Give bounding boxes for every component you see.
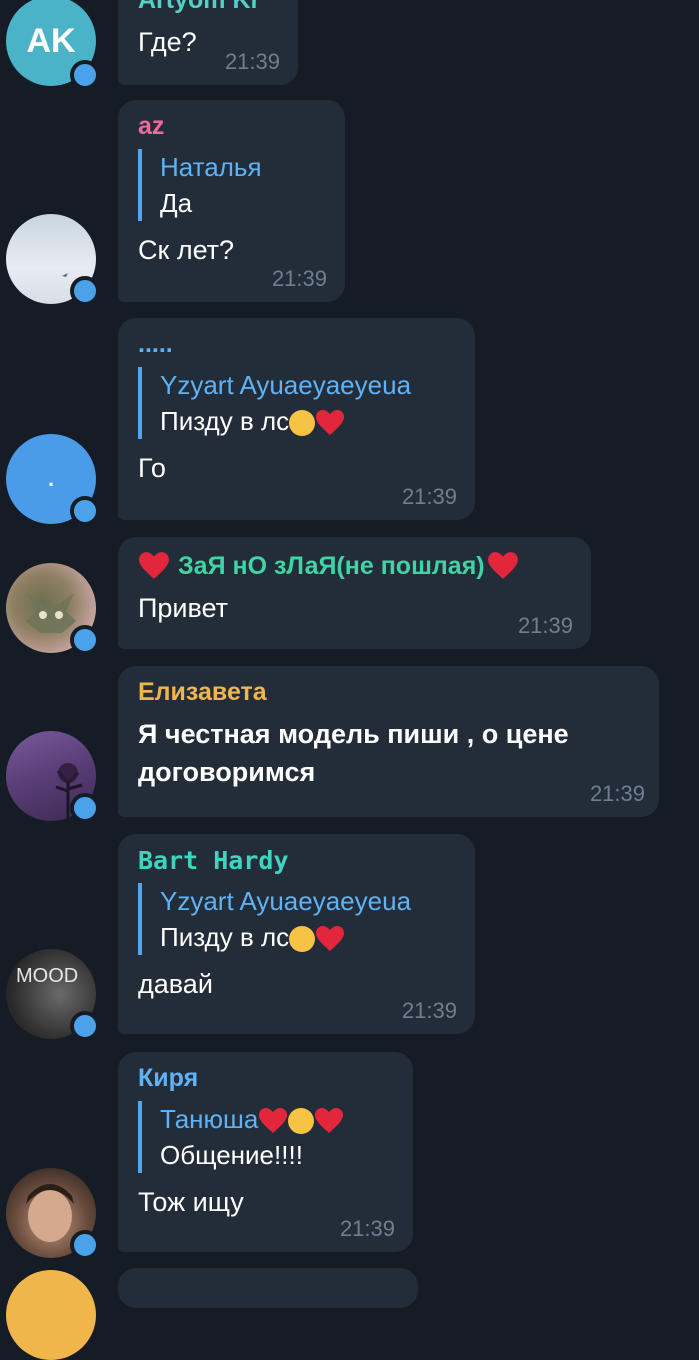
online-indicator [70, 60, 100, 90]
message-bubble[interactable]: Елизавета Я честная модель пиши , о цене… [118, 666, 659, 817]
sender-name[interactable]: Киря [138, 1064, 393, 1093]
heart-icon [316, 926, 345, 952]
chat-messages: AK Artyom Kr Где? 21:39 az Наталья Да Ск… [0, 0, 699, 1360]
message-text: Привет [138, 593, 229, 623]
reply-quote[interactable]: Yzyart Ayuaeyaeyeua Пизду в лс [138, 883, 455, 955]
message-text: Ск лет? [138, 235, 235, 265]
reply-text: Пизду в лс [160, 919, 455, 955]
message-time: 21:39 [517, 613, 573, 638]
sender-name[interactable]: ..... [138, 330, 455, 359]
reply-text-content: Пизду в лс [160, 922, 290, 952]
avatar-text: MOOD [16, 965, 79, 987]
online-indicator [70, 1230, 100, 1260]
reply-text: Пизду в лс [160, 403, 455, 439]
sender-name[interactable]: Bart Hardy [138, 846, 455, 875]
reply-author: Yzyart Ayuaeyaeyeua [160, 886, 412, 916]
message-bubble[interactable] [118, 1268, 418, 1308]
message-bubble[interactable]: ..... Yzyart Ayuaeyaeyeua Пизду в лс Го … [118, 318, 475, 520]
message-time: 21:39 [224, 49, 280, 74]
message-text: Го [138, 453, 166, 483]
reply-text: Да [160, 188, 193, 218]
heart-eyes-cat-icon [288, 1108, 315, 1135]
message-time: 21:39 [589, 781, 645, 806]
heart-icon [259, 1108, 288, 1134]
reply-quote[interactable]: Yzyart Ayuaeyaeyeua Пизду в лс [138, 367, 455, 439]
message-time: 21:39 [401, 998, 457, 1023]
reply-text: Общение!!!! [160, 1140, 303, 1170]
sender-name[interactable]: ЗаЯ нО зЛаЯ(не пошлая) [138, 551, 571, 581]
sender-name[interactable]: az [138, 112, 325, 141]
heart-icon [487, 552, 518, 579]
sender-name[interactable]: Artyom Kr [138, 0, 278, 15]
reply-author: Танюша [160, 1101, 393, 1137]
sender-name-text: ЗаЯ нО зЛаЯ(не пошлая) [178, 551, 485, 580]
message-bubble[interactable]: ЗаЯ нО зЛаЯ(не пошлая) Привет 21:39 [118, 537, 591, 649]
reply-author-text: Танюша [160, 1104, 259, 1134]
smiling-face-hearts-icon [289, 410, 316, 437]
message-time: 21:39 [271, 266, 327, 291]
reply-text-content: Пизду в лс [160, 406, 290, 436]
message-time: 21:39 [401, 484, 457, 509]
message-bubble[interactable]: az Наталья Да Ск лет? 21:39 [118, 100, 345, 302]
heart-icon [139, 552, 169, 579]
message-bubble[interactable]: Bart Hardy Yzyart Ayuaeyaeyeua Пизду в л… [118, 834, 475, 1034]
avatar[interactable] [6, 1270, 96, 1360]
online-indicator [70, 276, 100, 306]
message-bubble[interactable]: Artyom Kr Где? 21:39 [118, 0, 298, 85]
reply-quote[interactable]: Танюша Общение!!!! [138, 1101, 393, 1173]
reply-quote[interactable]: Наталья Да [138, 149, 325, 221]
message-time: 21:39 [339, 1216, 395, 1241]
message-bubble[interactable]: Киря Танюша Общение!!!! Тож ищу 21:39 [118, 1052, 413, 1252]
reply-author: Наталья [160, 152, 262, 182]
sender-name[interactable]: Елизавета [138, 678, 639, 707]
reply-author: Yzyart Ayuaeyaeyeua [160, 370, 412, 400]
online-indicator [70, 793, 100, 823]
message-text: Я честная модель пиши , о цене договорим… [138, 719, 569, 787]
online-indicator [70, 625, 100, 655]
smiling-face-hearts-icon [289, 926, 316, 953]
heart-icon [316, 410, 345, 436]
online-indicator [70, 1011, 100, 1041]
online-indicator [70, 496, 100, 526]
heart-icon [315, 1108, 344, 1134]
